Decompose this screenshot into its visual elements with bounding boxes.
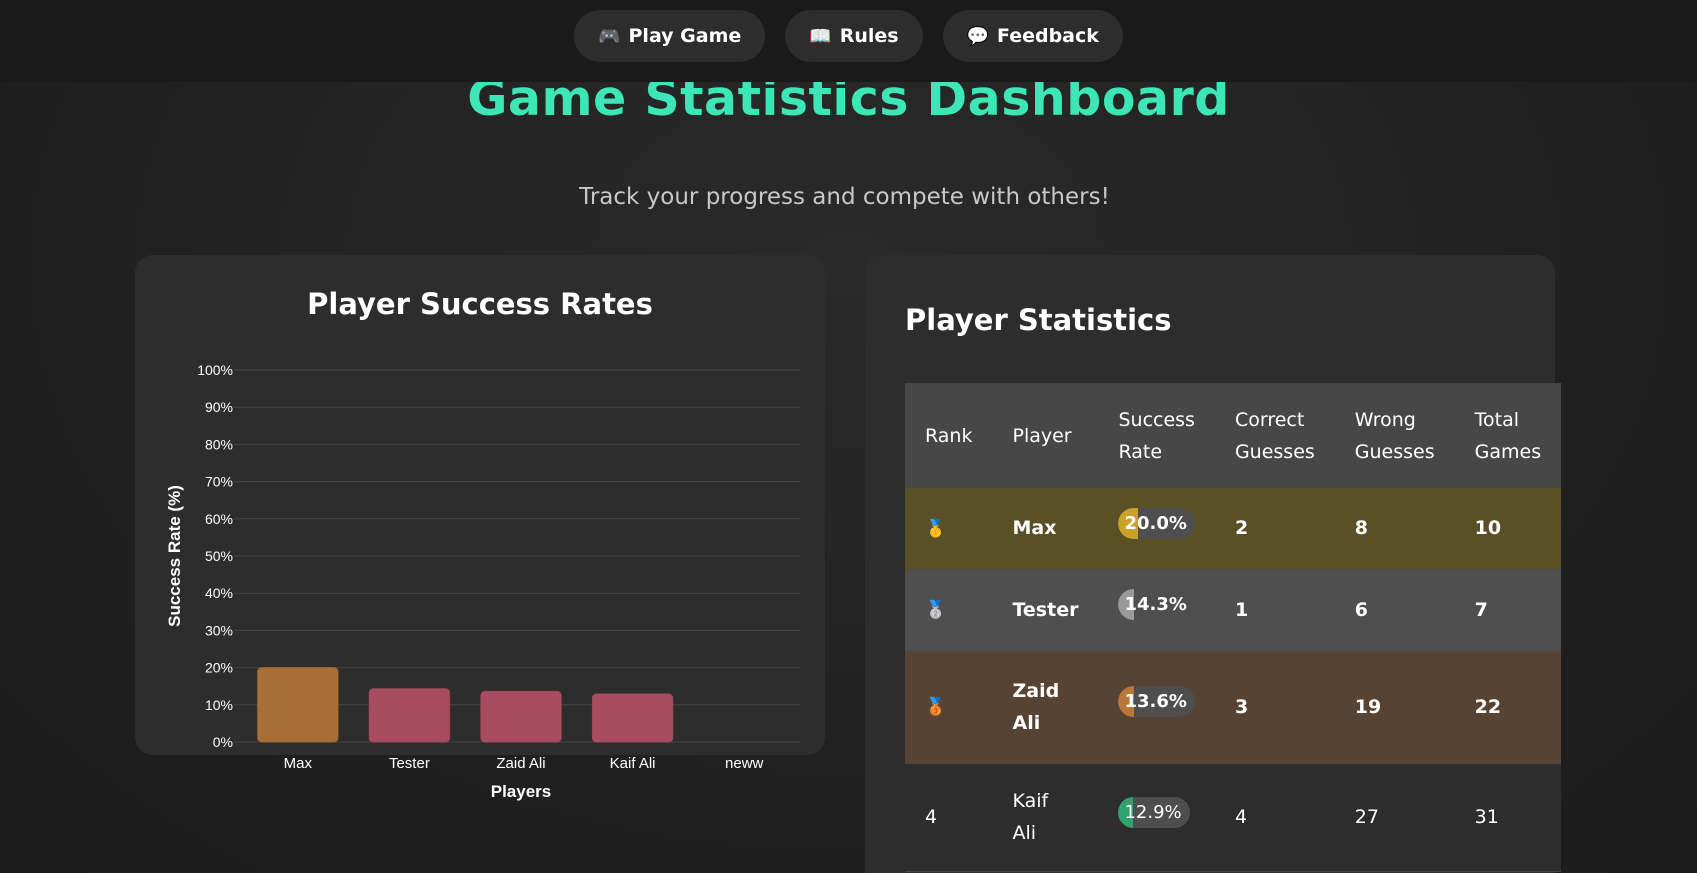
x-axis-title: Players — [491, 782, 552, 801]
y-tick-label: 20% — [205, 660, 233, 676]
silver-medal-icon: 🥈 — [925, 600, 947, 620]
rules-label: Rules — [839, 25, 899, 47]
y-tick-label: 0% — [213, 734, 233, 750]
play-game-label: Play Game — [628, 25, 742, 47]
y-axis-title: Success Rate (%) — [165, 485, 184, 627]
success-rate-pill: 20.0% — [1118, 507, 1195, 539]
wrong-count: 6 — [1334, 569, 1455, 651]
bronze-medal-icon: 🥉 — [925, 697, 947, 717]
y-tick-label: 70% — [205, 474, 233, 490]
speech-bubble-icon: 💬 — [966, 25, 989, 47]
player-name: Kaif Ali — [992, 763, 1099, 872]
y-tick-label: 30% — [205, 622, 233, 638]
play-game-button[interactable]: 🎮 Play Game — [574, 10, 766, 62]
player-stats-table: Rank Player Success Rate Correct Guesses W… — [905, 383, 1562, 872]
x-tick-label: Kaif Ali — [610, 755, 656, 772]
rank-number: 4 — [905, 763, 993, 872]
y-tick-label: 80% — [205, 436, 233, 452]
correct-count: 4 — [1214, 763, 1335, 872]
y-tick-label: 60% — [205, 511, 233, 527]
col-correct-header: Correct Guesses — [1214, 383, 1335, 488]
bar — [368, 688, 451, 743]
player-name: Tester — [992, 569, 1099, 651]
y-tick-label: 90% — [205, 399, 233, 415]
success-rate-pill: 12.9% — [1118, 796, 1190, 828]
book-icon: 📖 — [809, 25, 832, 47]
y-tick-label: 100% — [197, 362, 233, 378]
x-tick-label: Max — [284, 755, 313, 772]
feedback-button[interactable]: 💬 Feedback — [942, 10, 1123, 62]
x-tick-label: neww — [725, 755, 764, 772]
y-tick-label: 50% — [205, 548, 233, 564]
gold-medal-icon: 🥇 — [925, 518, 947, 539]
wrong-count: 27 — [1334, 763, 1455, 872]
col-rank-header: Rank — [905, 383, 993, 488]
player-name: Max — [992, 488, 1099, 570]
y-tick-label: 40% — [205, 585, 233, 601]
col-player-header: Player — [992, 383, 1099, 488]
total-count: 7 — [1454, 569, 1562, 651]
total-count: 10 — [1454, 488, 1562, 570]
wrong-count: 8 — [1334, 488, 1455, 570]
bar — [257, 667, 339, 743]
table-header-row: Rank Player Success Rate Correct Guesses W… — [905, 383, 1562, 488]
y-tick-label: 10% — [205, 697, 233, 713]
bar — [591, 693, 674, 743]
correct-count: 1 — [1214, 569, 1335, 651]
x-tick-label: Tester — [389, 755, 430, 772]
success-rate-pill: 14.3% — [1118, 589, 1195, 620]
col-wrong-header: Wrong Guesses — [1334, 383, 1455, 488]
total-count: 22 — [1454, 650, 1562, 764]
rules-button[interactable]: 📖 Rules — [785, 10, 923, 62]
table-card: Player Statistics Rank Player Success Rat… — [865, 255, 1562, 873]
table-row: 🥈 Tester 14.3% 1 6 7 — [905, 569, 1562, 651]
table-title: Player Statistics — [905, 303, 1172, 337]
wrong-count: 19 — [1334, 650, 1455, 764]
x-tick-label: Zaid Ali — [496, 755, 545, 772]
table-row: 🥇 Max 20.0% 2 8 10 — [905, 488, 1562, 570]
table-row: 4 Kaif Ali 12.9% 4 27 31 — [905, 763, 1562, 872]
total-count: 31 — [1454, 763, 1562, 872]
feedback-label: Feedback — [997, 25, 1099, 47]
gamepad-icon: 🎮 — [598, 25, 621, 47]
bar — [480, 690, 562, 743]
col-total-header: Total Games — [1454, 383, 1562, 488]
success-rate-pill: 13.6% — [1118, 686, 1195, 717]
correct-count: 3 — [1214, 650, 1335, 764]
player-name: Zaid Ali — [992, 650, 1099, 764]
top-nav: 🎮 Play Game 📖 Rules 💬 Feedback — [0, 0, 1697, 82]
correct-count: 2 — [1214, 488, 1335, 570]
col-success-rate-header: Success Rate — [1098, 383, 1215, 488]
table-row: 🥉 Zaid Ali 13.6% 3 19 22 — [905, 650, 1562, 764]
